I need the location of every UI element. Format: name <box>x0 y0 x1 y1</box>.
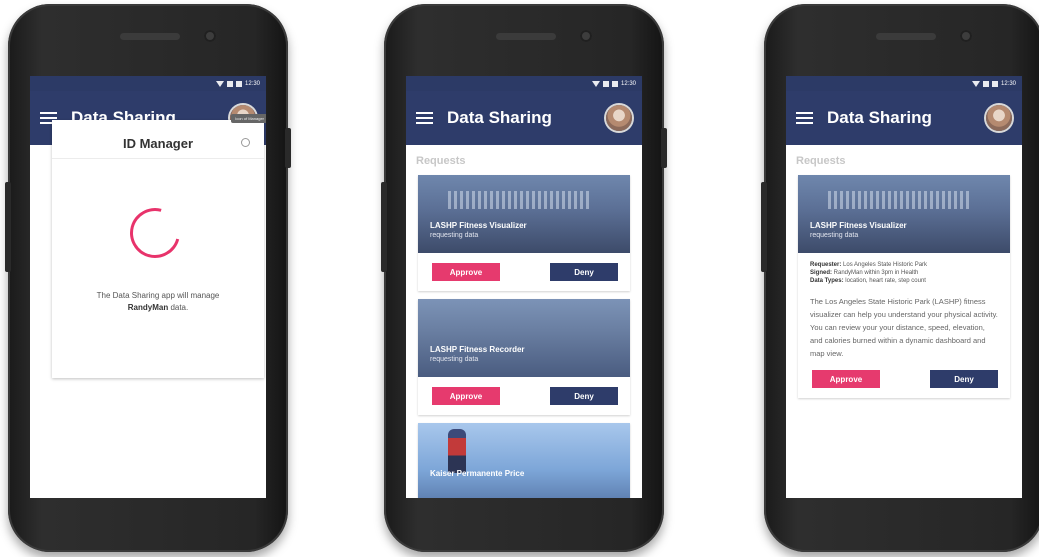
speaker <box>496 33 556 40</box>
wifi-icon <box>215 80 224 87</box>
message-text: data. <box>170 303 189 312</box>
data-types-row: Data Types: location, heart rate, step c… <box>810 278 926 284</box>
approve-button[interactable]: Approve <box>432 263 500 281</box>
message-user: RandyMan <box>127 303 169 312</box>
request-subtitle: requesting data <box>810 232 859 239</box>
phone-1: 12:30 Data Sharing Icon of Manager ID Ma… <box>5 4 291 552</box>
signal-icon <box>982 80 989 87</box>
side-button <box>661 128 667 168</box>
side-button <box>381 182 387 272</box>
loading-spinner <box>120 198 190 268</box>
request-card[interactable]: Kaiser Permanente Price <box>418 423 630 498</box>
menu-icon[interactable] <box>796 112 813 124</box>
stage: 12:30 Data Sharing Icon of Manager ID Ma… <box>0 0 1039 557</box>
screen-id-manager: 12:30 Data Sharing Icon of Manager ID Ma… <box>30 76 266 498</box>
request-subtitle: requesting data <box>430 232 479 239</box>
camera <box>580 30 592 42</box>
deny-button[interactable]: Deny <box>550 263 618 281</box>
signal-icon <box>602 80 609 87</box>
status-time: 12:30 <box>1000 80 1016 87</box>
approve-button[interactable]: Approve <box>432 387 500 405</box>
request-title: LASHP Fitness Recorder <box>430 345 525 354</box>
request-title: LASHP Fitness Visualizer <box>430 221 527 230</box>
deny-button[interactable]: Deny <box>550 387 618 405</box>
battery-icon <box>991 80 998 87</box>
battery-icon <box>235 80 242 87</box>
divider <box>52 158 264 159</box>
speaker <box>120 33 180 40</box>
request-image: Kaiser Permanente Price <box>418 423 630 498</box>
request-image: LASHP Fitness Visualizer requesting data <box>798 175 1010 253</box>
id-manager-card: Icon of Manager ID Manager The Data Shar… <box>52 114 266 378</box>
screen-request-detail: 12:30 Data Sharing Requests LASHP Fitnes… <box>786 76 1022 498</box>
menu-icon[interactable] <box>416 112 433 124</box>
request-actions: Approve Deny <box>418 253 630 291</box>
app-title: Data Sharing <box>827 108 932 127</box>
request-card[interactable]: LASHP Fitness Visualizer requesting data… <box>418 175 630 291</box>
side-button <box>285 128 291 168</box>
avatar[interactable] <box>606 105 632 131</box>
side-button <box>5 182 11 272</box>
message-text: The Data Sharing app will manage <box>96 291 220 300</box>
approve-button[interactable]: Approve <box>812 370 880 388</box>
screen-requests: 12:30 Data Sharing Requests LASHP Fitnes… <box>406 76 642 498</box>
requests-header: Requests <box>416 155 466 167</box>
status-time: 12:30 <box>244 80 260 87</box>
request-card-expanded[interactable]: LASHP Fitness Visualizer requesting data… <box>798 175 1010 398</box>
status-bar: 12:30 <box>406 76 642 91</box>
signed-row: Signed: RandyMan within 3pm in Health <box>810 270 919 276</box>
avatar[interactable] <box>986 105 1012 131</box>
status-bar: 12:30 <box>30 76 266 91</box>
deny-button[interactable]: Deny <box>930 370 998 388</box>
phone-3: 12:30 Data Sharing Requests LASHP Fitnes… <box>761 4 1039 552</box>
requests-header: Requests <box>796 155 846 167</box>
app-bar: Data Sharing <box>406 91 642 145</box>
app-title: Data Sharing <box>447 108 552 127</box>
request-actions: Approve Deny <box>418 377 630 415</box>
request-image: LASHP Fitness Recorder requesting data <box>418 299 630 377</box>
request-image: LASHP Fitness Visualizer requesting data <box>418 175 630 253</box>
speaker <box>876 33 936 40</box>
request-subtitle: requesting data <box>430 356 479 363</box>
app-bar: Data Sharing <box>786 91 1022 145</box>
camera <box>960 30 972 42</box>
phone-2: 12:30 Data Sharing Requests LASHP Fitnes… <box>381 4 667 552</box>
person-image <box>448 429 466 473</box>
wifi-icon <box>971 80 980 87</box>
request-description: The Los Angeles State Historic Park (LAS… <box>810 297 998 358</box>
requester-row: Requester: Los Angeles State Historic Pa… <box>810 262 928 268</box>
wifi-icon <box>591 80 600 87</box>
settings-icon[interactable] <box>241 138 250 147</box>
status-bar: 12:30 <box>786 76 1022 91</box>
request-actions: Approve Deny <box>798 360 1010 398</box>
side-button <box>761 182 767 272</box>
status-time: 12:30 <box>620 80 636 87</box>
camera <box>204 30 216 42</box>
card-title: ID Manager <box>122 136 194 151</box>
signal-icon <box>226 80 233 87</box>
request-details: Requester: Los Angeles State Historic Pa… <box>798 253 1010 360</box>
request-card[interactable]: LASHP Fitness Recorder requesting data A… <box>418 299 630 415</box>
manage-message: The Data Sharing app will manage RandyMa… <box>62 290 254 314</box>
request-title: Kaiser Permanente Price <box>430 469 525 478</box>
request-title: LASHP Fitness Visualizer <box>810 221 907 230</box>
battery-icon <box>611 80 618 87</box>
tooltip: Icon of Manager <box>231 114 266 123</box>
